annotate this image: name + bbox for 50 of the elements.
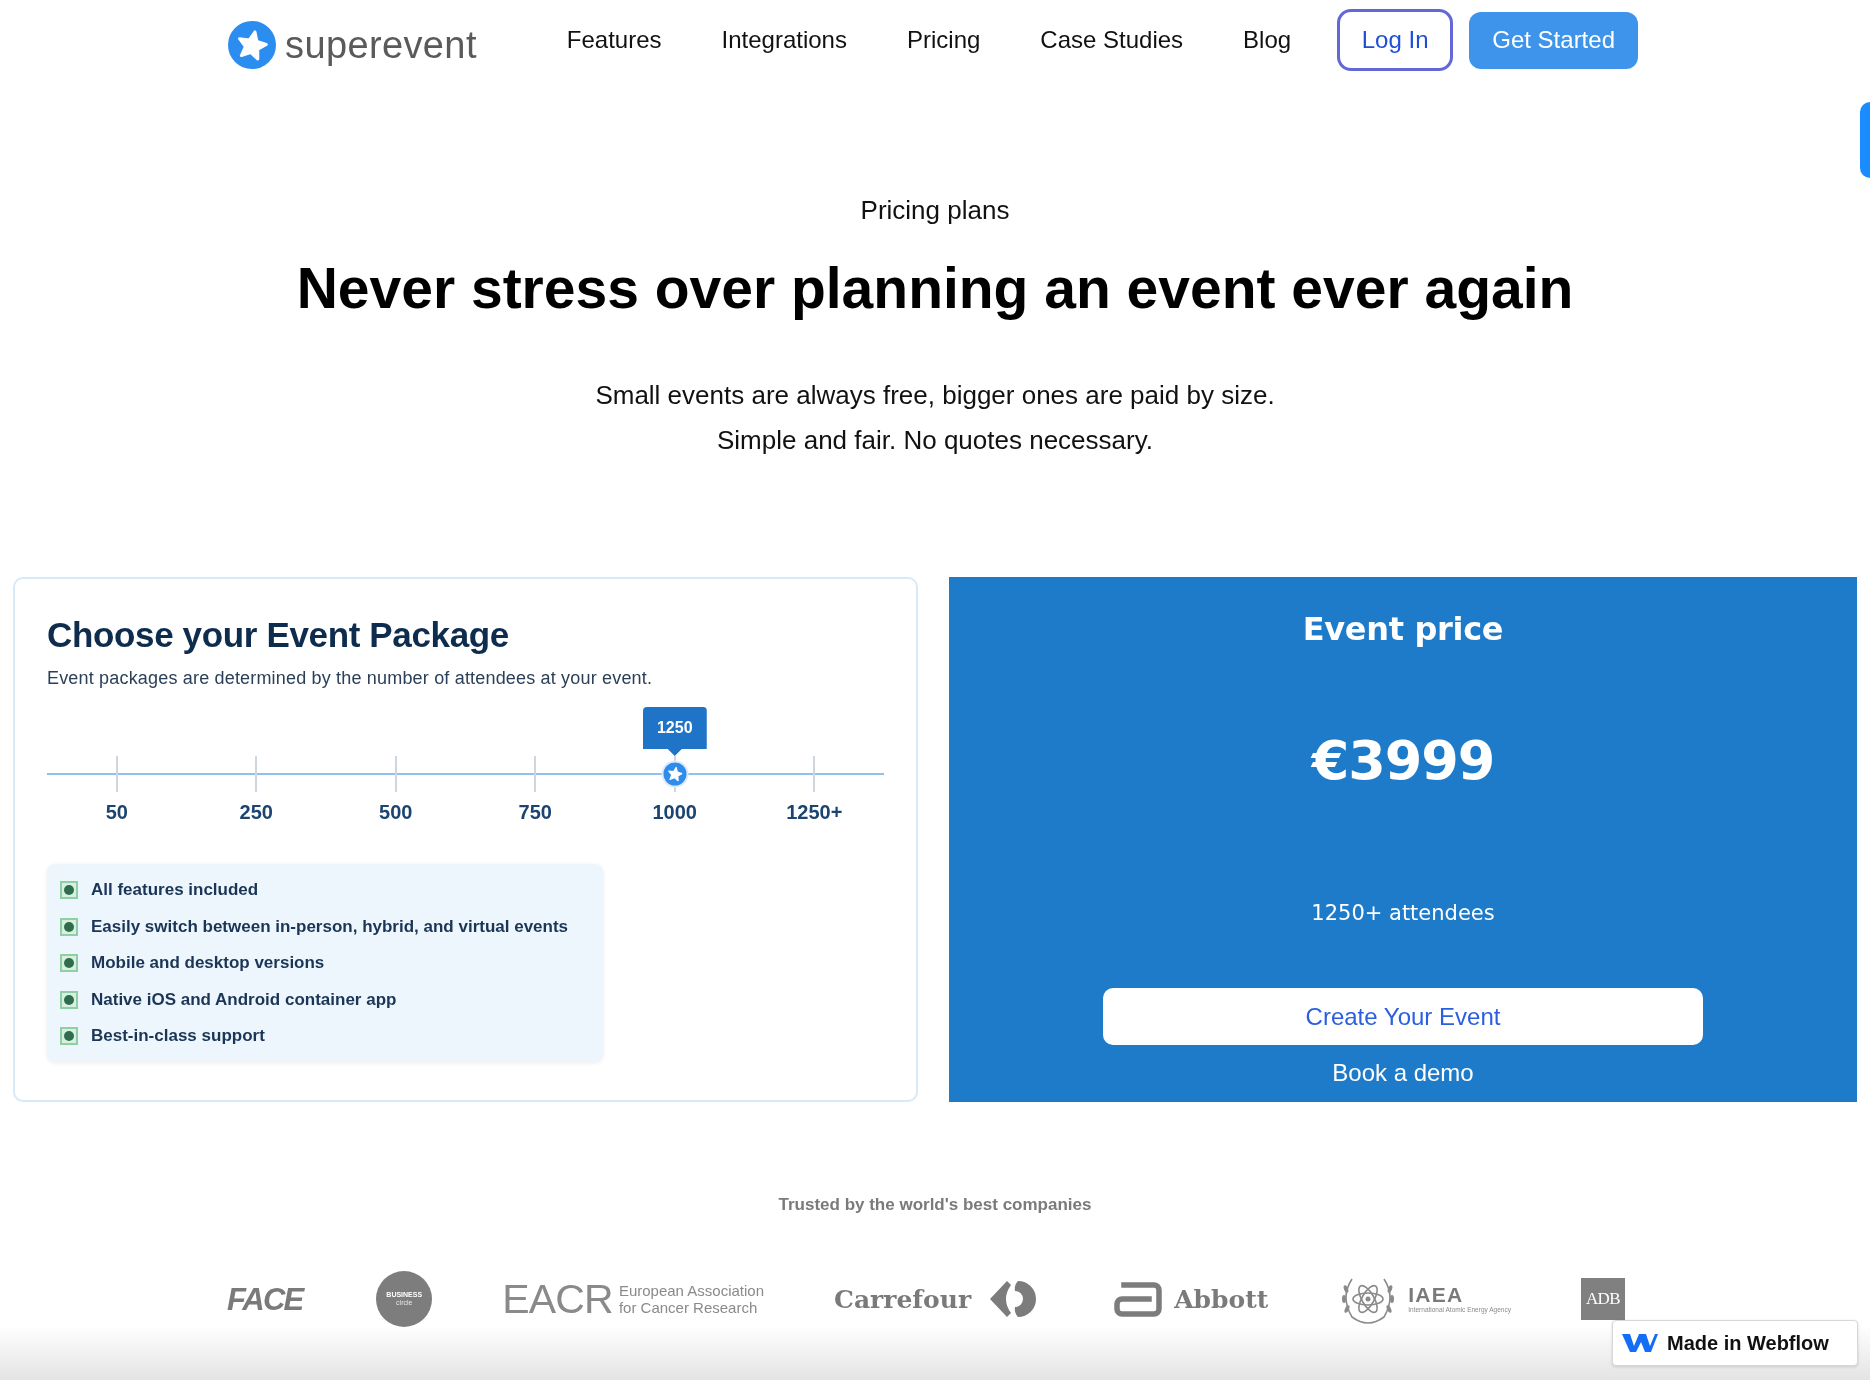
nav-link[interactable]: Features [566,25,662,55]
tick-label: 50 [104,800,129,825]
tick-mark [813,756,816,792]
feature-text: Native iOS and Android container app [91,988,397,1011]
zigzag-logo-icon [1622,1332,1658,1354]
feature-text: Best-in-class support [91,1025,265,1047]
attendee-count: 1250+ attendees [1311,900,1495,927]
tick-mark [394,756,397,792]
login-button[interactable]: Log In [1337,9,1454,71]
star-icon [667,766,683,782]
slider-thumb[interactable] [661,760,689,788]
tick-label: 750 [517,800,553,825]
page-heading: Never stress over planning an event ever again [296,255,1574,322]
tick-label: 1000 [651,800,698,825]
tick-mark [115,756,118,792]
section-eyebrow: Pricing plans [860,194,1010,227]
feature-text: All features included [91,879,259,901]
tick-mark [534,756,537,792]
star-logo-icon [228,21,276,69]
price-value: €3999 [1311,729,1495,793]
made-in-badge[interactable]: Made in Webflow [1612,1320,1858,1366]
nav-link[interactable]: Case Studies [1040,25,1184,55]
book-demo-link[interactable]: Book a demo [1332,1058,1474,1088]
nav-link[interactable]: Integrations [721,25,847,55]
feature-text: Easily switch between in-person, hybrid, and virtual events [91,915,569,938]
tick-mark [255,756,258,792]
logo-wordmark: FACE [227,1283,305,1315]
card-title: Choose your Event Package [47,614,510,656]
rounded-frame-icon [1114,1280,1163,1318]
section-caption: Trusted by the world's best companies [777,1194,1093,1216]
logo-wordmark: Abbott [1174,1286,1269,1312]
create-event-button[interactable]: Create Your Event [1103,988,1703,1045]
logo-link[interactable]: superevent [228,21,477,69]
logo-wordmark: IAEA [1408,1284,1465,1306]
tick-label: 1250+ [785,800,844,825]
side-tab[interactable] [1860,102,1870,178]
logo-wordmark: Carrefour [834,1286,972,1312]
panel-title: Event price [1302,609,1504,649]
value-tooltip: 1250 [642,707,707,756]
logo-wordmark: EACR [502,1278,613,1320]
logo-tile: ADB [1580,1278,1625,1320]
feature-text: Mobile and desktop versions [91,952,325,974]
card-description: Event packages are determined by the number of attendees at your event. [47,667,654,690]
logo-tagline: European Association for Cancer Research [618,1282,764,1316]
nav-link[interactable]: Blog [1243,25,1292,55]
subtitle-text: Small events are always free, bigger ones are paid by size. [595,379,1275,412]
nav-link[interactable]: Pricing [906,25,981,55]
subtitle-text: Simple and fair. No quotes necessary. [717,424,1153,457]
tick-label: 250 [238,800,274,825]
tick-label: 500 [378,800,414,825]
